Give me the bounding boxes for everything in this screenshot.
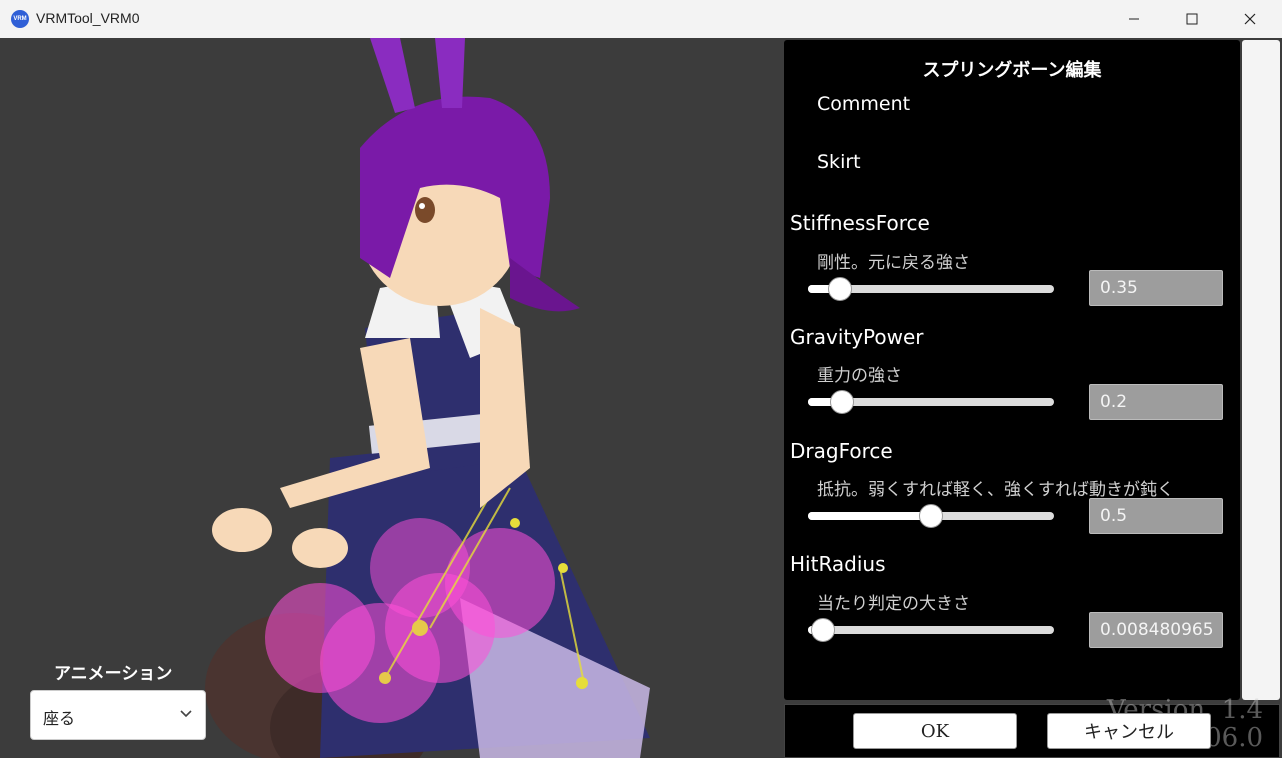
panel-title: スプリングボーン編集 [922, 60, 1102, 81]
hitradius-desc: 当たり判定の大きさ [817, 594, 970, 614]
minimize-button[interactable] [1105, 0, 1163, 38]
stiffness-desc: 剛性。元に戻る強さ [817, 253, 970, 273]
close-button[interactable] [1221, 0, 1279, 38]
drag-input[interactable]: 0.5 [1089, 498, 1223, 534]
hitradius-slider-thumb[interactable] [810, 618, 835, 642]
drag-title: DragForce [790, 439, 893, 463]
animation-select-value: 座る [43, 709, 76, 728]
gravity-input[interactable]: 0.2 [1089, 384, 1223, 420]
gravity-desc: 重力の強さ [817, 366, 902, 386]
drag-slider-thumb[interactable] [919, 504, 943, 528]
close-icon [1244, 13, 1256, 25]
dialog-footer: Version. 1.4 106.0 OK キャンセル [784, 695, 1280, 758]
drag-desc: 抵抗。弱くすれば軽く、強くすれば動きが鈍く [817, 480, 1174, 500]
stiffness-title: StiffnessForce [790, 211, 930, 235]
hitradius-title: HitRadius [790, 552, 886, 576]
animation-label: アニメーション [54, 664, 173, 684]
hitradius-slider[interactable] [808, 618, 1054, 642]
title-bar: VRM VRMTool_VRM0 [0, 0, 1282, 39]
stiffness-slider-thumb[interactable] [827, 277, 852, 301]
maximize-button[interactable] [1163, 0, 1221, 38]
vrm-app-icon: VRM [11, 10, 29, 28]
minimize-icon [1129, 18, 1139, 20]
stiffness-slider[interactable] [808, 277, 1054, 301]
gravity-title: GravityPower [790, 325, 924, 349]
hitradius-input[interactable]: 0.008480965 [1089, 612, 1223, 648]
avatar-model [205, 38, 650, 758]
gravity-slider[interactable] [808, 390, 1054, 414]
panel-scrollbar[interactable] [1242, 40, 1280, 700]
chevron-down-icon [180, 710, 192, 718]
maximize-icon [1186, 13, 1198, 25]
cancel-button[interactable]: キャンセル [1047, 713, 1211, 749]
comment-value: Skirt [817, 151, 861, 173]
window-title: VRMTool_VRM0 [36, 10, 140, 26]
comment-label: Comment [817, 93, 911, 115]
spring-bone-panel: スプリングボーン編集 Comment Skirt StiffnessForce … [784, 40, 1240, 700]
ok-button[interactable]: OK [853, 713, 1017, 749]
drag-slider[interactable] [808, 504, 1054, 528]
stiffness-input[interactable]: 0.35 [1089, 270, 1223, 306]
gravity-slider-thumb[interactable] [830, 390, 855, 414]
animation-select[interactable]: 座る [30, 690, 206, 740]
drag-slider-fill [808, 512, 931, 520]
